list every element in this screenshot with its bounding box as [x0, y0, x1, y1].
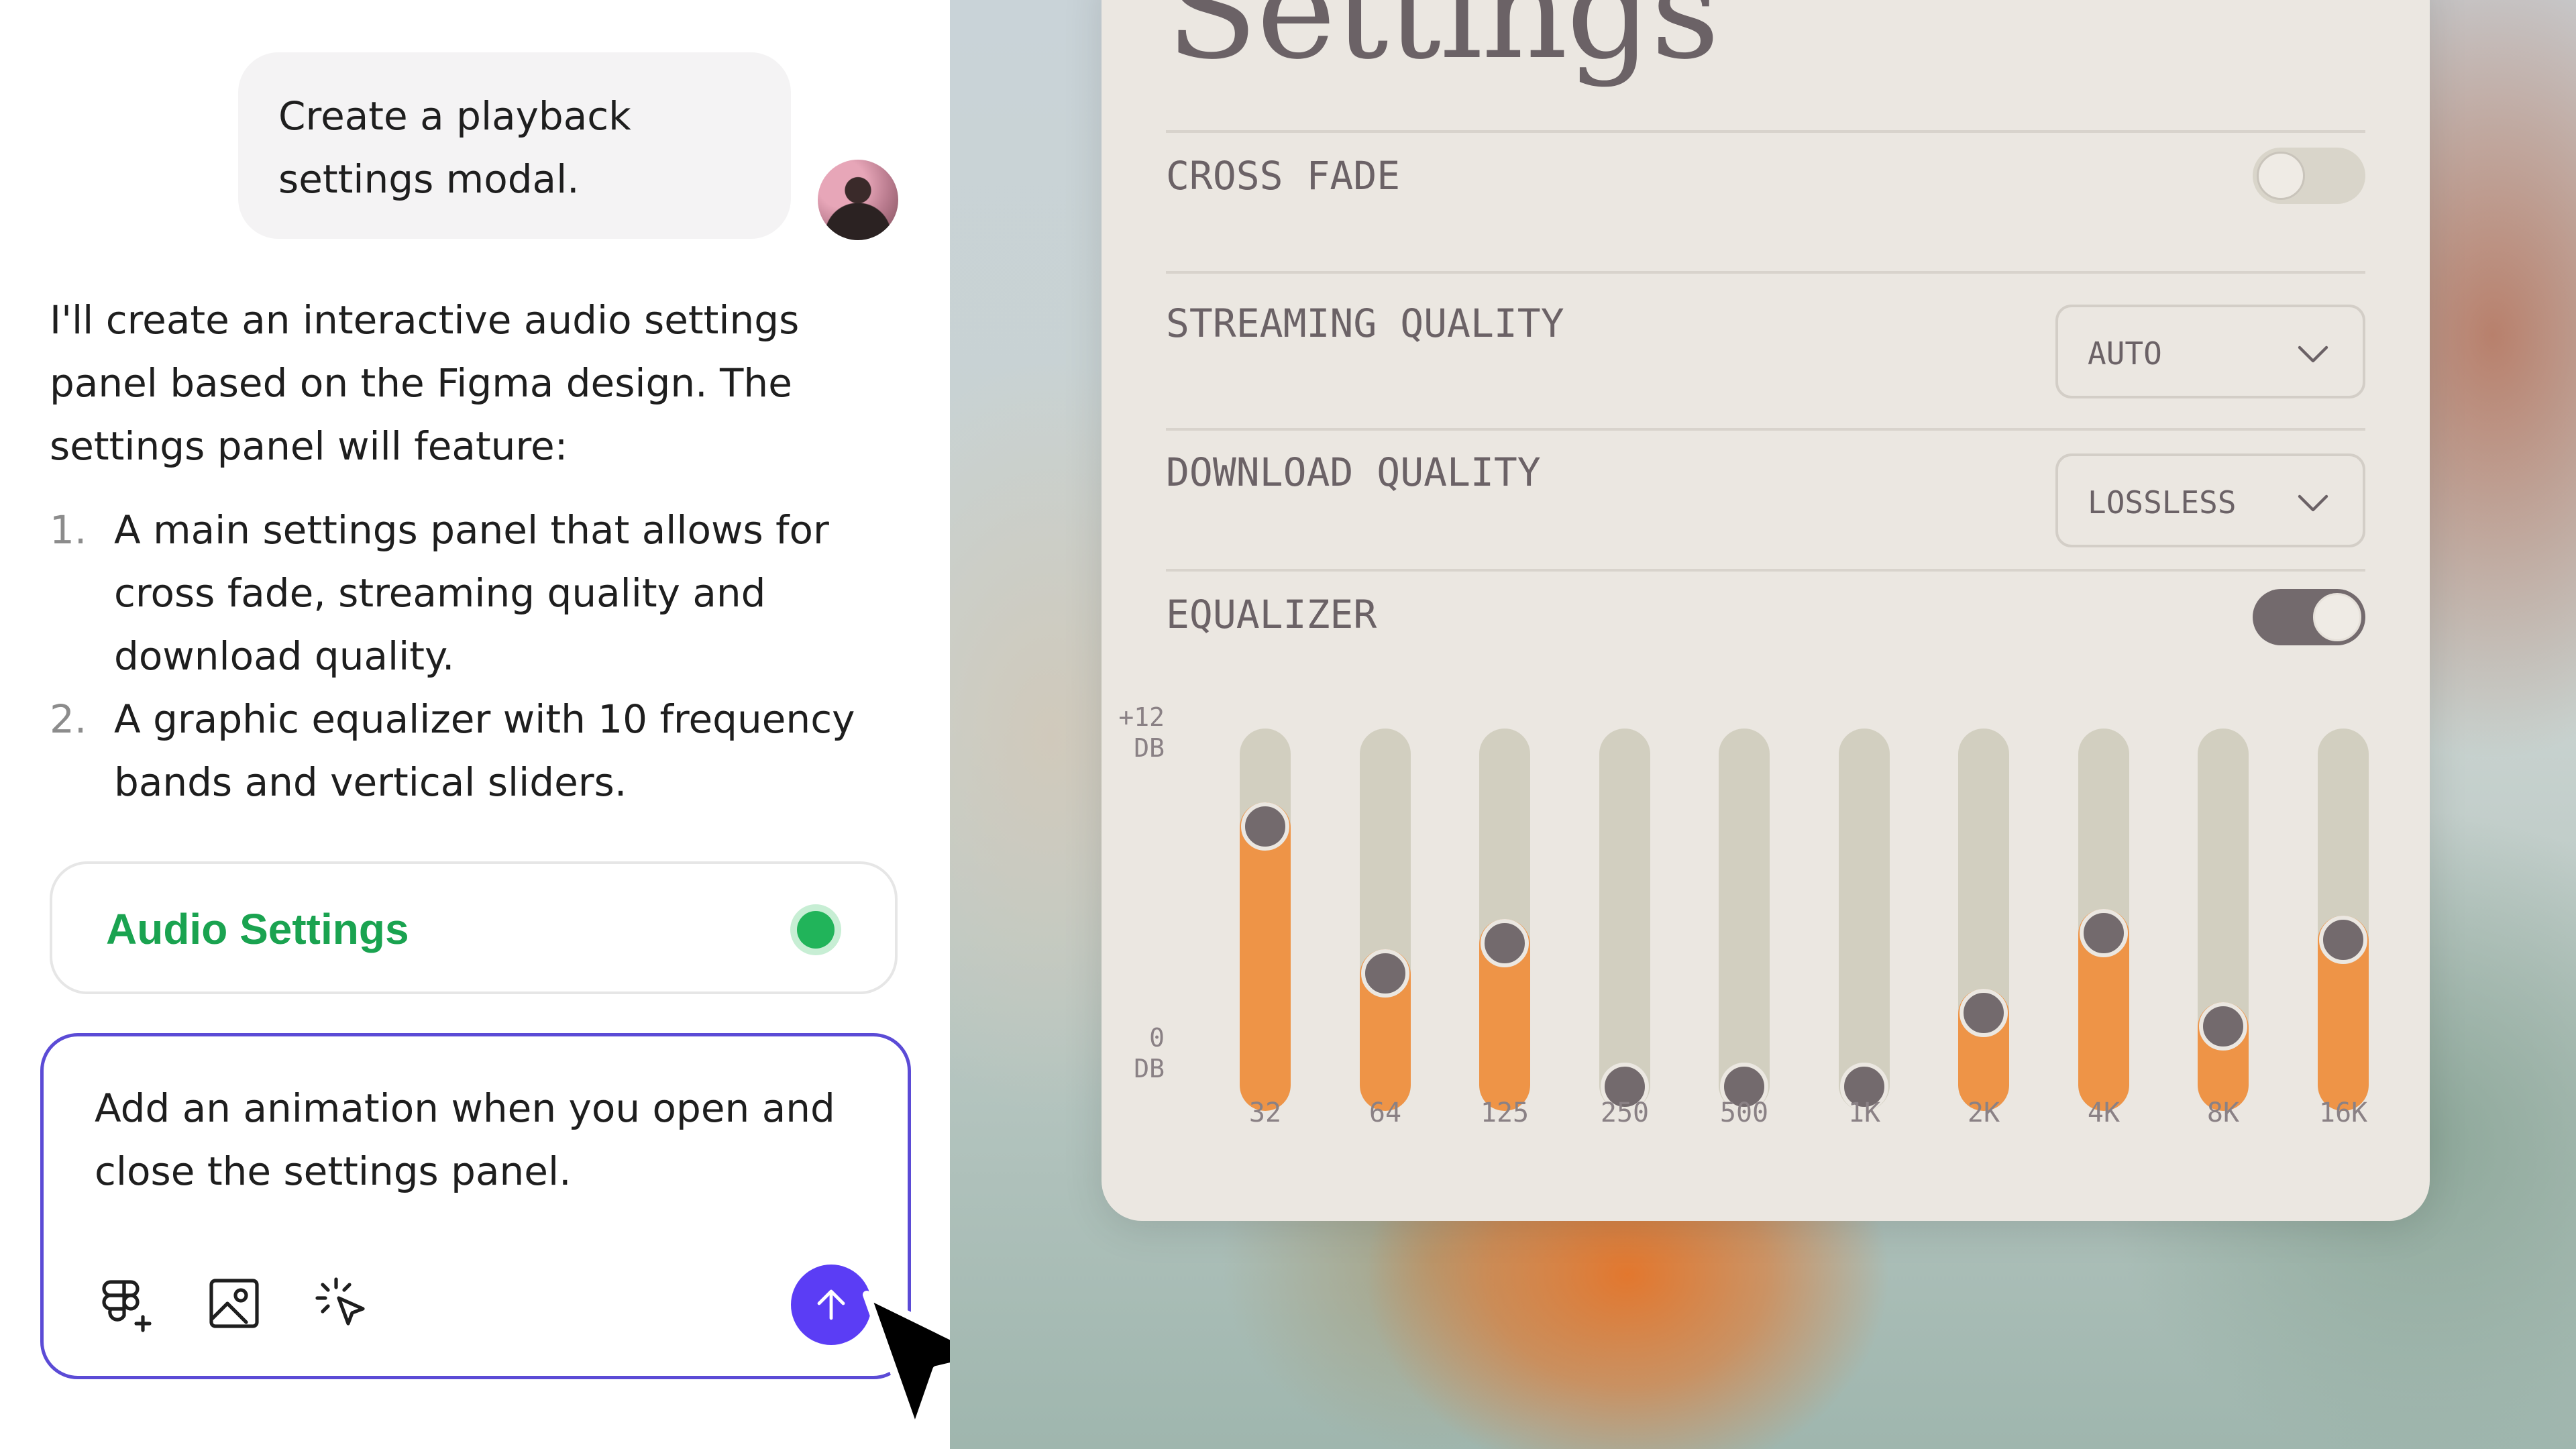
avatar[interactable]: [818, 160, 898, 240]
cross-fade-label: CROSS FADE: [1166, 153, 1401, 199]
eq-max-label: +12 DB: [1111, 702, 1165, 763]
eq-frequency-label: 8K: [2206, 1097, 2240, 1128]
list-item-number: 1.: [50, 507, 87, 553]
eq-min-unit: DB: [1134, 1054, 1165, 1083]
eq-slider-knob[interactable]: [2319, 916, 2367, 964]
streaming-quality-value: AUTO: [2088, 335, 2162, 372]
eq-track[interactable]: [1360, 729, 1411, 1111]
divider: [1166, 271, 2365, 274]
eq-frequency-label: 1K: [1847, 1097, 1881, 1128]
sparkle-cursor-icon[interactable]: [309, 1271, 374, 1336]
eq-slider[interactable]: [1240, 729, 1291, 1111]
eq-frequency-label: 500: [1719, 1097, 1769, 1128]
eq-slider[interactable]: [1839, 729, 1890, 1111]
eq-min-label: 0 DB: [1111, 1022, 1165, 1084]
eq-slider[interactable]: [1719, 729, 1770, 1111]
list-item-text: A main settings panel that allows for cr…: [114, 507, 829, 679]
eq-frequency-label: 4K: [2087, 1097, 2121, 1128]
composer-input[interactable]: Add an animation when you open and close…: [95, 1077, 873, 1203]
panel-title: Settings: [1166, 0, 1720, 89]
eq-max-unit: DB: [1134, 733, 1165, 763]
download-quality-value: LOSSLESS: [2088, 484, 2237, 521]
image-icon[interactable]: [202, 1271, 266, 1336]
eq-slider-knob[interactable]: [1481, 919, 1529, 967]
divider: [1166, 428, 2365, 431]
figma-plus-icon[interactable]: [95, 1271, 159, 1336]
eq-track[interactable]: [1839, 729, 1890, 1111]
message-composer[interactable]: Add an animation when you open and close…: [40, 1033, 911, 1379]
eq-slider[interactable]: [2318, 729, 2369, 1111]
streaming-quality-label: STREAMING QUALITY: [1166, 301, 1564, 346]
eq-frequency-label: 16K: [2318, 1097, 2368, 1128]
chevron-down-icon: [2298, 494, 2328, 512]
eq-track[interactable]: [1958, 729, 2009, 1111]
feature-list: 1. A main settings panel that allows for…: [50, 498, 922, 814]
user-message-bubble: Create a playback settings modal.: [238, 52, 791, 239]
eq-frequency-label: 64: [1368, 1097, 1402, 1128]
eq-max-value: +12: [1118, 702, 1165, 732]
eq-slider-knob[interactable]: [1241, 802, 1289, 851]
list-item: 2. A graphic equalizer with 10 frequency…: [50, 688, 922, 814]
eq-slider-knob[interactable]: [2080, 909, 2128, 957]
eq-frequency-label: 125: [1480, 1097, 1529, 1128]
download-quality-select[interactable]: LOSSLESS: [2055, 453, 2365, 547]
eq-slider[interactable]: [1360, 729, 1411, 1111]
eq-slider-knob[interactable]: [2199, 1002, 2247, 1051]
mouse-cursor-icon: [863, 1291, 950, 1436]
eq-slider[interactable]: [1479, 729, 1530, 1111]
eq-frequency-label: 2K: [1967, 1097, 2000, 1128]
chat-pane: Create a playback settings modal. I'll c…: [0, 0, 950, 1449]
eq-track[interactable]: [1599, 729, 1650, 1111]
eq-slider-knob[interactable]: [1960, 989, 2008, 1037]
eq-track[interactable]: [2198, 729, 2249, 1111]
cross-fade-toggle[interactable]: [2253, 148, 2365, 204]
eq-slider[interactable]: [2198, 729, 2249, 1111]
settings-panel: Settings CROSS FADE STREAMING QUALITY AU…: [1102, 0, 2430, 1221]
divider: [1166, 569, 2365, 572]
eq-frequency-label: 32: [1248, 1097, 1282, 1128]
eq-slider[interactable]: [1599, 729, 1650, 1111]
toggle-knob: [2257, 152, 2305, 200]
download-quality-label: DOWNLOAD QUALITY: [1166, 449, 1541, 495]
eq-slider-knob[interactable]: [1361, 949, 1409, 998]
status-dot-icon: [797, 911, 835, 949]
chevron-down-icon: [2298, 345, 2328, 363]
streaming-quality-select[interactable]: AUTO: [2055, 305, 2365, 398]
list-item-text: A graphic equalizer with 10 frequency ba…: [114, 696, 855, 805]
divider: [1166, 130, 2365, 133]
eq-frequency-label: 250: [1600, 1097, 1650, 1128]
arrow-up-icon: [817, 1289, 845, 1320]
toggle-knob: [2313, 593, 2361, 641]
artifact-card-audio-settings[interactable]: Audio Settings: [50, 861, 898, 994]
user-message-text: Create a playback settings modal.: [278, 93, 631, 202]
assistant-intro-text: I'll create an interactive audio setting…: [50, 297, 800, 469]
eq-track[interactable]: [1719, 729, 1770, 1111]
eq-min-value: 0: [1149, 1023, 1165, 1053]
list-item-number: 2.: [50, 696, 87, 742]
equalizer-label: EQUALIZER: [1166, 592, 1377, 637]
eq-slider[interactable]: [2078, 729, 2129, 1111]
equalizer-toggle[interactable]: [2253, 589, 2365, 645]
artifact-title: Audio Settings: [106, 905, 409, 953]
eq-track[interactable]: [1240, 729, 1291, 1111]
list-item: 1. A main settings panel that allows for…: [50, 498, 922, 688]
eq-slider[interactable]: [1958, 729, 2009, 1111]
